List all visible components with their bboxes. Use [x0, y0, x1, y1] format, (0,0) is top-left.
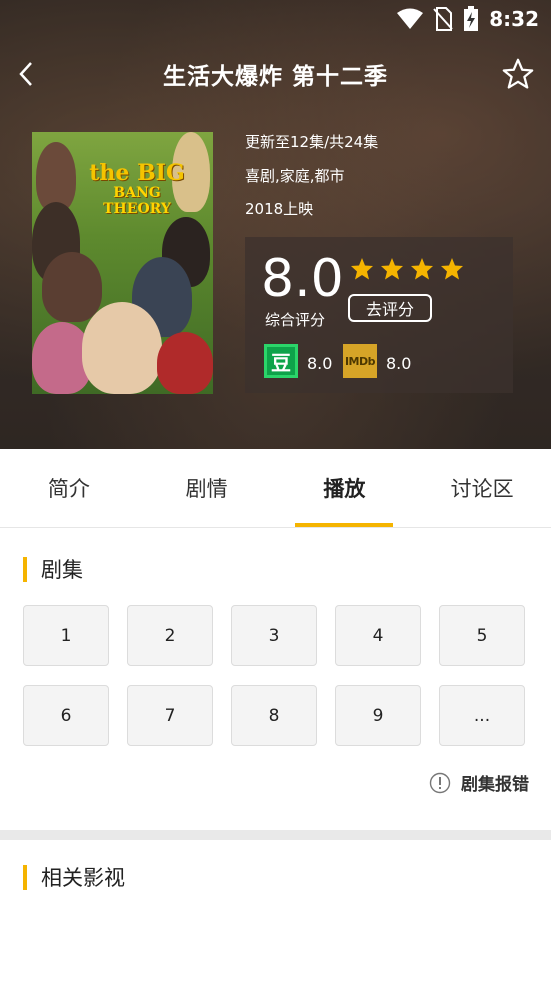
related-section-title: 相关影视	[41, 866, 125, 890]
related-section-header: 相关影视	[23, 862, 125, 892]
poster-title-line1: the BIG	[89, 160, 185, 186]
favorite-button[interactable]	[499, 55, 537, 93]
douban-logo: 豆	[264, 344, 298, 378]
episode-button[interactable]: 3	[231, 605, 317, 666]
battery-charging-icon	[464, 6, 479, 31]
section-accent-bar	[23, 864, 27, 890]
genres: 喜剧,家庭,都市	[245, 167, 345, 185]
poster-figure	[82, 302, 162, 394]
update-status: 更新至12集/共24集	[245, 133, 379, 151]
poster-title-line3: THEORY	[103, 201, 171, 217]
poster-title: the BIG BANG THEORY	[87, 162, 187, 216]
episode-button[interactable]: 4	[335, 605, 421, 666]
star-filled-icon	[351, 258, 373, 280]
tab-plot[interactable]: 剧情	[138, 449, 276, 527]
report-episode-button[interactable]: 剧集报错	[429, 770, 529, 795]
imdb-score: 8.0	[386, 354, 412, 373]
star-filled-icon	[381, 258, 403, 280]
douban-score: 8.0	[307, 354, 333, 373]
episodes-section-title: 剧集	[41, 558, 83, 582]
poster-figure	[157, 332, 213, 394]
poster-figure	[42, 252, 102, 322]
rating-panel: 8.0 综合评分 去评分 豆 8.0 IMDb 8.0	[245, 237, 513, 393]
section-accent-bar	[23, 556, 27, 582]
status-bar: 8:32	[0, 0, 551, 38]
chevron-left-icon	[19, 62, 32, 86]
rating-stars	[350, 257, 464, 281]
tab-discussion[interactable]: 讨论区	[413, 449, 551, 527]
star-filled-icon	[411, 258, 433, 280]
episode-button[interactable]: 8	[231, 685, 317, 746]
poster-title-line2: BANG	[113, 185, 161, 201]
imdb-logo: IMDb	[343, 344, 377, 378]
episode-button[interactable]: 7	[127, 685, 213, 746]
star-filled-icon	[441, 258, 463, 280]
section-divider	[0, 830, 551, 840]
more-episodes-button[interactable]: ...	[439, 685, 525, 746]
back-button[interactable]	[8, 56, 44, 92]
episode-button[interactable]: 6	[23, 685, 109, 746]
poster-image[interactable]: the BIG BANG THEORY	[32, 132, 213, 394]
episode-grid: 1 2 3 4 5 6 7 8 9 ...	[23, 605, 527, 746]
no-sim-icon	[433, 7, 453, 31]
tab-bar: 简介 剧情 播放 讨论区	[0, 449, 551, 528]
status-time: 8:32	[489, 7, 539, 31]
report-label: 剧集报错	[461, 775, 529, 795]
info-circle-icon	[429, 772, 451, 793]
episode-button[interactable]: 9	[335, 685, 421, 746]
episode-button[interactable]: 1	[23, 605, 109, 666]
overall-score: 8.0	[261, 249, 344, 309]
episodes-section-header: 剧集	[23, 554, 83, 584]
release-year: 2018上映	[245, 200, 314, 218]
episode-button[interactable]: 5	[439, 605, 525, 666]
score-label: 综合评分	[265, 311, 326, 329]
title-bar: 生活大爆炸 第十二季	[0, 50, 551, 98]
tab-intro[interactable]: 简介	[0, 449, 138, 527]
episode-button[interactable]: 2	[127, 605, 213, 666]
star-outline-icon	[502, 58, 534, 89]
tab-play[interactable]: 播放	[276, 449, 414, 527]
wifi-icon	[397, 8, 424, 29]
page-title: 生活大爆炸 第十二季	[162, 64, 388, 90]
rate-button[interactable]: 去评分	[348, 294, 432, 322]
